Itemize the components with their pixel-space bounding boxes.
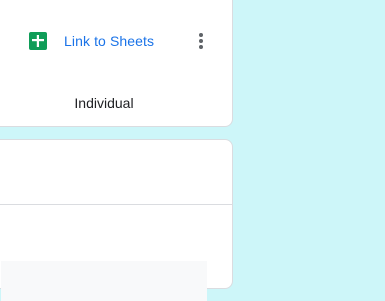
more-vert-icon — [199, 33, 203, 49]
more-options-button[interactable] — [189, 29, 213, 53]
google-sheets-icon — [29, 32, 47, 50]
tab-individual[interactable]: Individual — [31, 95, 177, 111]
link-to-sheets-label: Link to Sheets — [64, 33, 155, 49]
response-card — [0, 139, 233, 301]
summary-card: Link to Sheets Individual — [0, 0, 233, 127]
response-content-area — [1, 261, 207, 301]
link-to-sheets-button[interactable]: Link to Sheets — [29, 29, 154, 53]
card-divider — [0, 204, 232, 205]
